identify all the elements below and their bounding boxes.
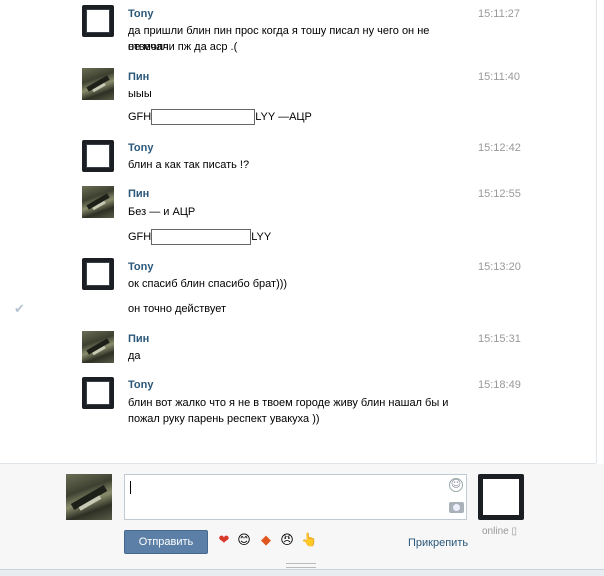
redacted-suffix: LYY [251, 231, 272, 243]
my-avatar[interactable] [66, 474, 112, 520]
message-text: ок спасиб блин спасибо брат))) [128, 278, 288, 290]
message-text: да [128, 350, 141, 362]
redacted-suffix: LYY —АЦР [255, 111, 312, 123]
message-time: 15:18:49 [478, 379, 521, 391]
redacted-prefix: GFH [128, 111, 152, 123]
online-status: online ▯ [482, 526, 517, 537]
text-caret [130, 481, 131, 494]
message-author[interactable]: Пин [128, 333, 149, 345]
avatar-pin[interactable] [82, 68, 114, 100]
message-time: 15:15:31 [478, 333, 521, 345]
message-redacted-line: GFH LYY —АЦР [128, 109, 468, 126]
angry-emoji-icon[interactable]: 😠 [279, 533, 295, 549]
message-text: пожал руку парень респект увакуха )) [128, 413, 320, 425]
message-text: блин вот жалко что я не в твоем городе ж… [128, 397, 449, 409]
send-button[interactable]: Отправить [124, 530, 208, 554]
message-author[interactable]: Пин [128, 71, 149, 83]
attach-link[interactable]: Прикрепить [408, 537, 468, 549]
message-author[interactable]: Пин [128, 188, 149, 200]
redaction-box [151, 229, 252, 246]
message-author[interactable]: Tony [128, 379, 153, 391]
emoji-icon[interactable]: ☺ [449, 478, 463, 492]
avatar-tony[interactable] [82, 140, 114, 172]
diamond-emoji-icon[interactable]: ◆ [258, 533, 274, 549]
avatar-pin[interactable] [82, 331, 114, 363]
avatar-tony[interactable] [82, 258, 114, 290]
camera-icon[interactable] [449, 502, 464, 513]
message-input[interactable] [124, 474, 467, 520]
message-time: 15:12:55 [478, 188, 521, 200]
message-text: ыыы [128, 88, 152, 100]
message-time: 15:11:27 [478, 8, 521, 20]
pointing-emoji-icon[interactable]: 👆 [301, 533, 317, 549]
message-text: Без — и АЦР [128, 206, 196, 218]
peer-avatar[interactable] [478, 474, 524, 520]
message-text: не молчи пж да аср .( [128, 41, 238, 53]
message-author[interactable]: Tony [128, 8, 153, 20]
message-text: блин а как так писать !? [128, 159, 250, 171]
read-check-icon: ✔ [14, 302, 25, 317]
redaction-box [151, 109, 256, 126]
avatar-pin[interactable] [82, 186, 114, 218]
message-time: 15:11:40 [478, 71, 521, 83]
message-redacted-line: GFH LYY [128, 229, 468, 246]
phone-icon: ▯ [511, 526, 517, 537]
heart-emoji-icon[interactable]: ❤ [216, 533, 232, 549]
avatar-tony[interactable] [82, 377, 114, 409]
avatar-tony[interactable] [82, 5, 114, 37]
message-time: 15:13:20 [478, 261, 521, 273]
online-text: online [482, 526, 509, 537]
message-text: он точно действует [128, 303, 227, 315]
message-author[interactable]: Tony [128, 142, 153, 154]
message-author[interactable]: Tony [128, 261, 153, 273]
divider [596, 0, 597, 463]
smile-emoji-icon[interactable]: 😊 [236, 533, 252, 549]
redacted-prefix: GFH [128, 231, 152, 243]
message-time: 15:12:42 [478, 142, 521, 154]
resize-grip[interactable] [286, 563, 316, 568]
